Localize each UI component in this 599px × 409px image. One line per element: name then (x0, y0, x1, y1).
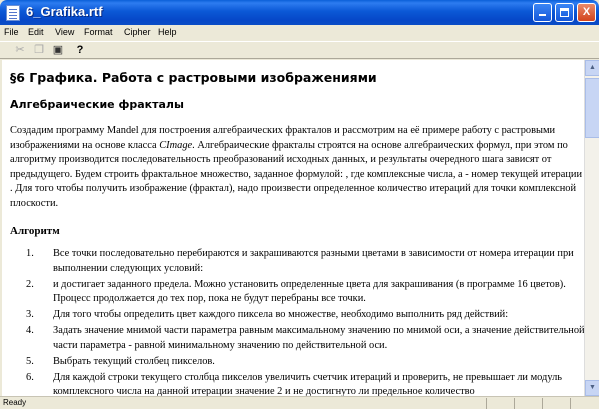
list-text: и достигает заданного предела. Можно уст… (53, 278, 566, 305)
list-text: Для того чтобы определить цвет каждого п… (53, 309, 509, 321)
paragraph-italic: CImage (159, 139, 193, 151)
list-number: 3. (26, 309, 34, 321)
document-area[interactable]: §6 Графика. Работа с растровыми изображе… (2, 60, 584, 396)
algorithm-heading: Алгоритм (10, 225, 60, 237)
list-number: 1. (26, 248, 34, 259)
list-number: 4. (26, 325, 34, 337)
maximize-icon (560, 8, 569, 17)
status-panel (514, 398, 542, 409)
status-panel (570, 398, 598, 409)
menu-cipher[interactable]: Cipher (124, 27, 151, 37)
intro-paragraph: Создадим программу Mandel для построения… (10, 124, 584, 212)
menu-bar: File Edit View Format Cipher Help (0, 25, 599, 41)
list-number: 6. (26, 371, 34, 383)
menu-view[interactable]: View (55, 27, 74, 37)
list-item: 5. Выбрать текущий столбец пикселов. (10, 355, 584, 370)
window-title: 6_Grafika.rtf (26, 4, 103, 19)
status-text: Ready (3, 398, 27, 407)
status-panel (542, 398, 570, 409)
minimize-button[interactable] (533, 3, 552, 22)
help-icon[interactable]: ? (72, 43, 88, 58)
algorithm-list: 1. Все точки последовательно перебираются… (10, 247, 584, 396)
list-text: Все точки последовательно перебираются и… (53, 248, 574, 274)
menu-file[interactable]: File (4, 27, 19, 37)
paste-icon[interactable]: ▣ (50, 43, 66, 58)
arrow-down-icon: ▼ (589, 384, 596, 391)
document-heading: §6 Графика. Работа с растровыми изображе… (10, 70, 377, 85)
copy-icon[interactable]: ❐ (31, 43, 47, 58)
arrow-up-icon: ▲ (589, 64, 596, 71)
list-text: Для каждой строки текущего столбца пиксе… (53, 371, 562, 396)
list-item: 4. Задать значение мнимой части параметра… (10, 324, 584, 353)
document-subheading: Алгебраические фракталы (10, 98, 184, 111)
list-item: 3. Для того чтобы определить цвет каждого… (10, 308, 584, 323)
close-icon: X (582, 6, 591, 18)
status-panel (486, 398, 514, 409)
maximize-button[interactable] (555, 3, 574, 22)
status-bar: Ready (0, 396, 599, 409)
document-icon (6, 5, 20, 21)
title-bar[interactable]: 6_Grafika.rtf X (0, 0, 599, 25)
list-number: 2. (26, 278, 34, 290)
menu-help[interactable]: Help (158, 27, 177, 37)
scroll-thumb[interactable] (585, 78, 599, 138)
toolbar: ✂ ❐ ▣ ? (0, 41, 599, 59)
list-text: Задать значение мнимой части параметра р… (53, 325, 584, 351)
vertical-scrollbar[interactable]: ▲ ▼ (584, 60, 599, 396)
menu-edit[interactable]: Edit (28, 27, 44, 37)
scroll-down-button[interactable]: ▼ (585, 380, 599, 396)
list-item: 1. Все точки последовательно перебираются… (10, 247, 584, 276)
list-number: 5. (26, 355, 34, 367)
list-text: Выбрать текущий столбец пикселов. (53, 355, 215, 367)
list-item: 6. Для каждой строки текущего столбца пик… (10, 371, 584, 396)
scroll-up-button[interactable]: ▲ (585, 60, 599, 76)
list-item: 2. и достигает заданного предела. Можно … (10, 278, 584, 307)
menu-format[interactable]: Format (84, 27, 113, 37)
close-button[interactable]: X (577, 3, 596, 22)
cut-icon[interactable]: ✂ (12, 43, 28, 58)
minimize-icon (539, 14, 546, 16)
